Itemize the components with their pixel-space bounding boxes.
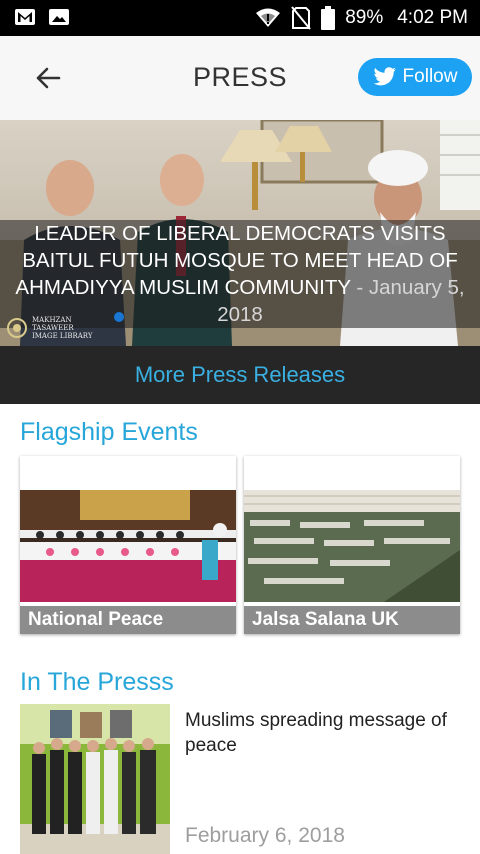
clock: 4:02 PM [397,7,468,28]
status-bar: 89% 4:02 PM [0,0,480,36]
follow-label: Follow [402,66,458,87]
watermark-line-2: TASAWEER [32,324,74,332]
press-list-item[interactable]: Muslims spreading message of peace Febru… [20,704,470,854]
press-thumbnail [20,704,170,854]
gmail-icon [15,9,35,25]
image-icon [49,9,69,25]
hero-separator: - [350,276,369,299]
national-peace-photo [20,490,236,602]
battery-icon [321,6,336,30]
watermark-line-3: IMAGE LIBRARY [32,332,93,340]
battery-percent: 89% [345,7,384,28]
hero-banner[interactable]: LEADER OF LIBERAL DEMOCRATS VISITS BAITU… [0,120,480,346]
hero-caption: LEADER OF LIBERAL DEMOCRATS VISITS BAITU… [0,220,480,328]
watermark-emblem-icon [7,318,27,338]
twitter-follow-button[interactable]: Follow [358,58,472,96]
flagship-card-national-peace[interactable]: National Peace [20,456,236,634]
card-label-jalsa-salana: Jalsa Salana UK [244,606,460,634]
watermark-logo: MAKHZAN TASAWEER IMAGE LIBRARY [6,316,92,340]
flagship-card-jalsa-salana[interactable]: Jalsa Salana UK [244,456,460,634]
jalsa-salana-photo [244,490,460,602]
card-label-national-peace: National Peace [20,606,236,634]
more-press-releases-button[interactable]: More Press Releases [0,346,480,404]
app-bar: PRESS Follow [0,36,480,120]
no-sim-icon [291,6,311,30]
flagship-events-title: Flagship Events [20,418,198,446]
in-the-press-title: In The Presss [20,668,174,696]
press-date: February 6, 2018 [185,824,345,847]
carousel-indicator[interactable] [114,312,124,322]
twitter-bird-icon [373,67,396,86]
watermark-line-1: MAKHZAN [32,316,72,324]
press-headline: Muslims spreading message of peace [185,710,447,756]
wifi-icon [256,8,281,27]
